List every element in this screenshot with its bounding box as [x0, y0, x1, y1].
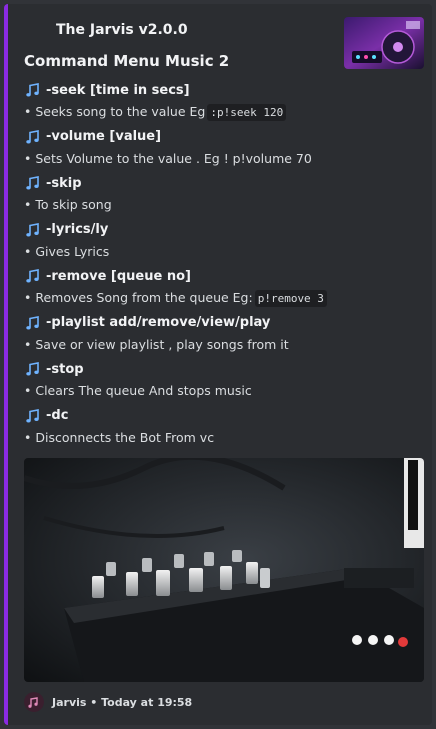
embed-footer: Jarvis • Today at 19:58: [24, 692, 192, 712]
dj-thumbnail-image[interactable]: [344, 17, 424, 69]
code-example: p!remove 3: [254, 290, 327, 307]
command-name: -lyrics/ly: [46, 222, 109, 237]
command-description: • Clears The queue And stops music: [24, 383, 252, 398]
command-name: -stop: [46, 361, 84, 377]
musical-note-icon: [26, 176, 39, 190]
desc-text: • Removes Song from the queue Eg:: [24, 290, 253, 305]
embed-title: Command Menu Music 2: [24, 52, 230, 70]
command-description: • Removes Song from the queue Eg: p!remov…: [24, 286, 419, 310]
embed-author: The Jarvis v2.0.0: [56, 22, 188, 38]
musical-note-icon: [26, 222, 39, 236]
command-item: -stop • Clears The queue And stops music: [24, 359, 419, 406]
musical-note-icon: [26, 269, 39, 283]
jarvis-avatar[interactable]: [24, 692, 44, 712]
command-name: -remove [queue no]: [46, 268, 191, 284]
command-name: -seek [time in secs]: [46, 82, 190, 98]
musical-note-icon: [26, 129, 39, 143]
code-example: :p!seek 120: [207, 104, 287, 121]
command-item: -playlist add/remove/view/play • Save or…: [24, 313, 419, 360]
command-item: -remove [queue no] • Removes Song from t…: [24, 266, 419, 313]
command-name: -skip: [46, 175, 82, 191]
mixer-image[interactable]: [24, 458, 424, 682]
command-name: -dc: [46, 408, 69, 423]
command-item: -volume [value] • Sets Volume to the val…: [24, 127, 419, 174]
musical-note-icon: [26, 83, 39, 97]
command-description: • Seeks song to the value Eg:p!seek 120: [24, 100, 419, 124]
music-command-embed: The Jarvis v2.0.0 Command Menu Music 2 -…: [4, 4, 432, 725]
command-item: -skip • To skip song: [24, 173, 419, 220]
command-list: -seek [time in secs] • Seeks song to the…: [24, 80, 419, 452]
musical-note-icon: [26, 315, 39, 329]
command-description: • To skip song: [24, 197, 112, 212]
footer-text: Jarvis • Today at 19:58: [52, 695, 193, 709]
musical-note-icon: [26, 408, 39, 422]
command-description: • Disconnects the Bot From vc: [24, 429, 215, 445]
command-description: • Save or view playlist , play songs fro…: [24, 336, 289, 352]
desc-text: • Seeks song to the value Eg: [24, 104, 206, 119]
command-item: -dc • Disconnects the Bot From vc: [24, 406, 419, 453]
command-description: • Sets Volume to the value . Eg ! p!volu…: [24, 150, 312, 166]
command-description: • Gives Lyrics: [24, 243, 110, 259]
command-name: -volume [value]: [46, 129, 162, 144]
musical-note-icon: [26, 362, 39, 376]
command-item: -seek [time in secs] • Seeks song to the…: [24, 80, 419, 127]
command-name: -playlist add/remove/view/play: [46, 315, 271, 330]
command-item: -lyrics/ly • Gives Lyrics: [24, 220, 419, 267]
